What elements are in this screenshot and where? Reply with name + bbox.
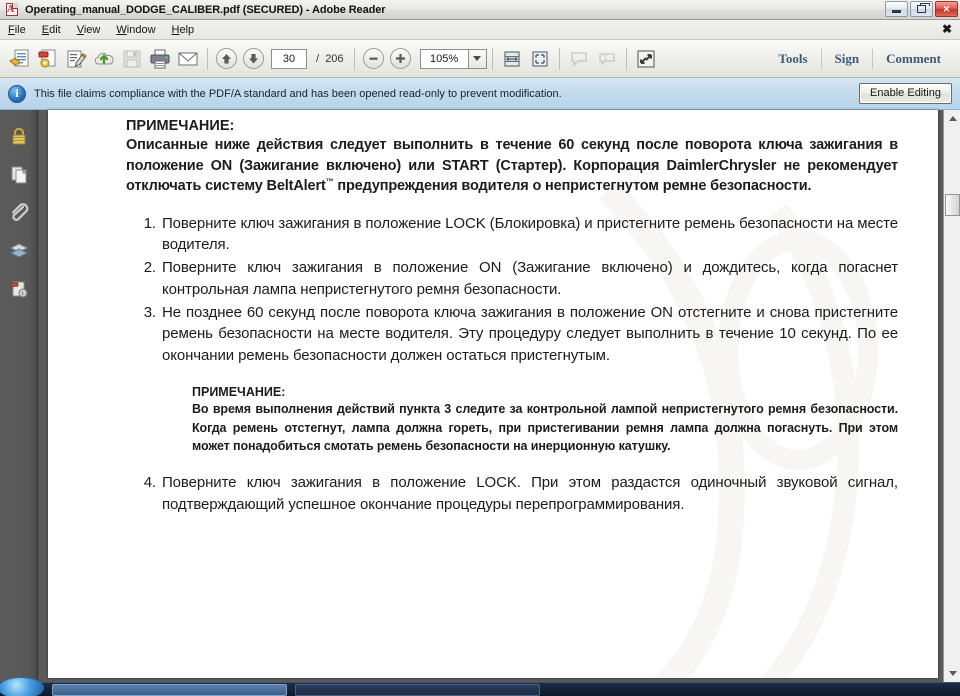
total-pages: 206 <box>325 52 344 65</box>
vertical-scrollbar[interactable] <box>943 110 960 682</box>
step-number: 3. <box>143 303 156 321</box>
chevron-down-icon[interactable] <box>467 48 487 69</box>
menu-window[interactable]: Window <box>108 22 163 38</box>
pdf-page: ПРИМЕЧАНИЕ: Описанные ниже действия след… <box>48 110 938 678</box>
scroll-thumb[interactable] <box>945 194 960 216</box>
sub-note-heading: ПРИМЕЧАНИЕ: <box>192 384 286 399</box>
info-circle-icon: i <box>8 84 26 103</box>
note-body: Описанные ниже действия следует выполнит… <box>126 135 898 197</box>
fit-page-icon[interactable] <box>498 45 526 73</box>
page-separator: / <box>316 52 320 65</box>
page-thumbnails-icon[interactable] <box>0 156 38 194</box>
toolbar-separator-2 <box>353 47 355 70</box>
document-workarea: i ПРИМЕЧАНИЕ: Описанные ниже действия сл… <box>0 110 960 682</box>
toolbar-separator <box>207 47 208 70</box>
list-item: 4. Поверните ключ зажигания в положение … <box>126 472 898 516</box>
page-number-input[interactable]: 30 <box>271 48 307 69</box>
note-heading: ПРИМЕЧАНИЕ: <box>126 118 235 134</box>
step-text: Не позднее 60 секунд после поворота ключ… <box>162 303 898 365</box>
minimize-button[interactable] <box>885 1 908 17</box>
window-title: Operating_manual_DODGE_CALIBER.pdf (SECU… <box>25 3 386 16</box>
sticky-note-icon <box>565 45 593 73</box>
toolbar-separator-3 <box>491 47 493 70</box>
page-count-label: / 206 <box>316 53 344 65</box>
signatures-icon[interactable]: i <box>0 270 38 308</box>
tools-panel-button[interactable]: Tools <box>765 51 820 67</box>
toolbar-right-panels: Tools Sign Comment <box>765 48 954 69</box>
document-content: ПРИМЕЧАНИЕ: Описанные ниже действия след… <box>126 118 898 517</box>
svg-text:T: T <box>603 54 608 62</box>
sign-panel-button[interactable]: Sign <box>822 51 873 67</box>
read-mode-icon[interactable] <box>632 45 660 73</box>
menu-file-label: ile <box>14 23 26 36</box>
close-button[interactable]: ✕ <box>935 1 958 17</box>
menu-file[interactable]: File <box>0 22 34 38</box>
close-document-icon[interactable]: ✖ <box>942 22 952 36</box>
highlight-text-icon: T <box>593 45 621 73</box>
next-page-button[interactable] <box>243 48 264 69</box>
enable-editing-button[interactable]: Enable Editing <box>859 83 952 104</box>
window-controls: ✕ <box>885 1 958 17</box>
step-number: 2. <box>143 259 156 277</box>
previous-page-button[interactable] <box>216 48 237 69</box>
open-file-icon[interactable] <box>6 45 34 73</box>
adobe-reader-window: A Operating_manual_DODGE_CALIBER.pdf (SE… <box>0 0 960 696</box>
step-text: Поверните ключ зажигания в положение LOC… <box>162 474 898 513</box>
steps-list: 1. Поверните ключ зажигания в положение … <box>126 213 898 367</box>
zoom-level-input[interactable]: 105% <box>419 48 468 69</box>
layers-icon[interactable] <box>0 232 38 270</box>
zoom-control: 105% <box>419 48 487 69</box>
page-scroll-container: ПРИМЕЧАНИЕ: Описанные ниже действия след… <box>39 110 960 682</box>
email-icon[interactable] <box>174 45 202 73</box>
list-item: 2. Поверните ключ зажигания в положение … <box>126 257 898 301</box>
main-toolbar: 30 / 206 105% T Tools Sign Comment <box>0 40 960 78</box>
menu-help[interactable]: Help <box>164 22 203 38</box>
scroll-down-arrow-icon[interactable] <box>944 665 960 682</box>
sub-note-body: Во время выполнения действий пункта 3 сл… <box>192 401 898 454</box>
step-text: Поверните ключ зажигания в положение ON … <box>162 259 898 298</box>
security-lock-icon[interactable] <box>0 118 38 156</box>
list-item: 3. Не позднее 60 секунд после поворота к… <box>126 302 898 367</box>
scroll-up-arrow-icon[interactable] <box>944 110 960 127</box>
menubar: File Edit View Window Help ✖ <box>0 20 960 40</box>
create-pdf-icon[interactable] <box>34 45 62 73</box>
pdfa-notification-bar: i This file claims compliance with the P… <box>0 78 960 110</box>
note-body-tail: предупреждения водителя о непристегнутом… <box>333 178 812 195</box>
menu-edit[interactable]: Edit <box>34 22 69 38</box>
navigation-pane: i <box>0 110 38 682</box>
step-number: 4. <box>143 474 156 492</box>
taskbar-window-2[interactable] <box>295 684 540 696</box>
restore-button[interactable] <box>910 1 933 17</box>
comment-panel-button[interactable]: Comment <box>873 51 954 67</box>
toolbar-separator-5 <box>625 47 627 70</box>
step-text: Поверните ключ зажигания в положение LOC… <box>162 214 898 254</box>
menu-view[interactable]: View <box>69 22 109 38</box>
os-taskbar <box>0 677 960 696</box>
step-number: 1. <box>143 214 156 232</box>
pdf-document-icon: A <box>4 2 20 17</box>
save-icon <box>118 45 146 73</box>
fit-visible-icon[interactable] <box>526 45 554 73</box>
toolbar-separator-4 <box>558 47 560 70</box>
zoom-out-button[interactable] <box>362 48 384 69</box>
zoom-in-button[interactable] <box>389 48 411 69</box>
start-orb-button[interactable] <box>0 677 44 696</box>
print-icon[interactable] <box>146 45 174 73</box>
taskbar-window-1[interactable] <box>52 684 287 696</box>
steps-list-continued: 4. Поверните ключ зажигания в положение … <box>126 472 898 516</box>
upload-cloud-icon[interactable] <box>90 45 118 73</box>
sub-note-block: ПРИМЕЧАНИЕ: Во время выполнения действий… <box>192 385 898 456</box>
list-item: 1. Поверните ключ зажигания в положение … <box>126 213 898 257</box>
window-titlebar: A Operating_manual_DODGE_CALIBER.pdf (SE… <box>0 0 960 20</box>
notification-message: This file claims compliance with the PDF… <box>34 87 562 100</box>
attachments-paperclip-icon[interactable] <box>0 194 38 232</box>
edit-pdf-icon[interactable] <box>62 45 90 73</box>
